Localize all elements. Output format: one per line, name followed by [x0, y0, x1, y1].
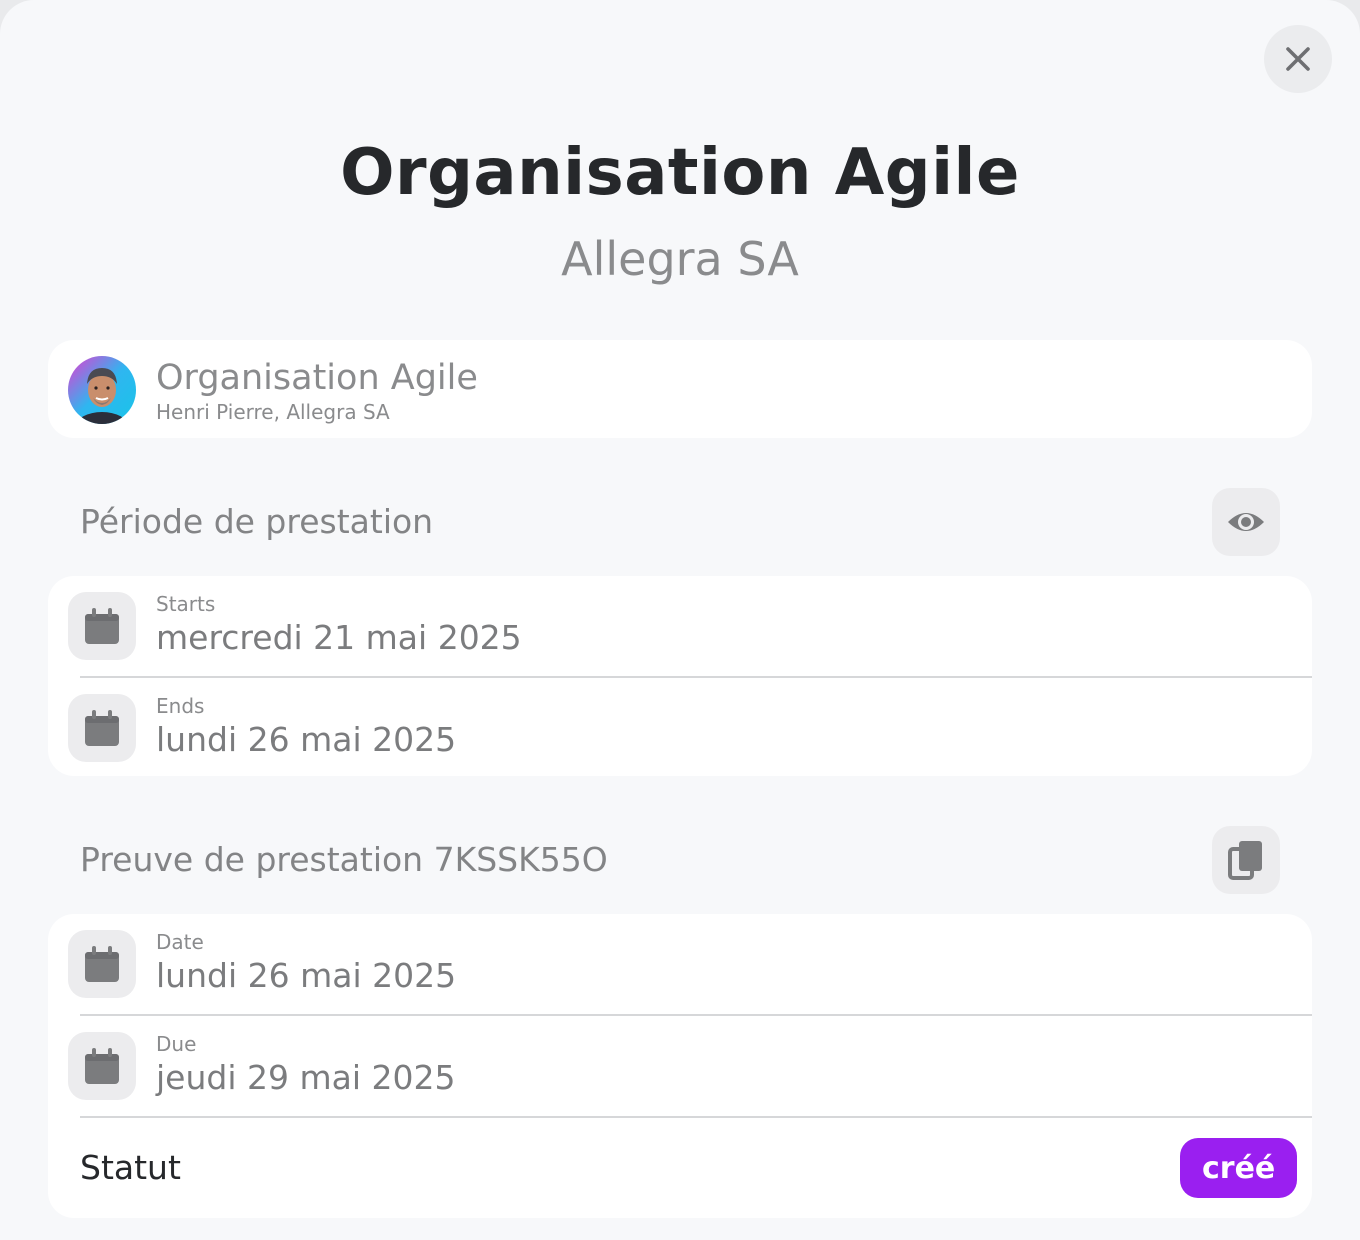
close-button[interactable] [1264, 25, 1332, 93]
start-date-value: mercredi 21 mai 2025 [156, 618, 522, 657]
avatar [68, 356, 136, 424]
status-badge[interactable]: créé [1180, 1138, 1298, 1198]
client-contact: Henri Pierre, Allegra SA [156, 400, 390, 424]
calendar-icon-box [68, 694, 136, 762]
calendar-icon [85, 710, 119, 746]
status-label: Statut [80, 1148, 181, 1187]
client-card[interactable]: Organisation Agile Henri Pierre, Allegra… [48, 340, 1312, 438]
copy-icon [1228, 841, 1262, 880]
calendar-icon [85, 1048, 119, 1084]
page-subtitle: Allegra SA [561, 232, 799, 286]
calendar-icon-box [68, 1032, 136, 1100]
due-date-label: Due [156, 1032, 197, 1056]
page-title: Organisation Agile [340, 136, 1020, 210]
calendar-icon-box [68, 930, 136, 998]
end-date-value: lundi 26 mai 2025 [156, 720, 457, 759]
end-date-label: Ends [156, 694, 205, 718]
calendar-icon [85, 946, 119, 982]
due-date-row[interactable]: Due jeudi 29 mai 2025 [48, 1016, 1312, 1118]
section-title-periode: Période de prestation [80, 502, 434, 541]
proof-date-label: Date [156, 930, 204, 954]
proof-date-row[interactable]: Date lundi 26 mai 2025 [48, 914, 1312, 1016]
section-title-preuve: Preuve de prestation 7KSSK55O [80, 840, 608, 879]
proof-of-service-modal: Organisation Agile Allegra SA Organisati… [0, 0, 1360, 1240]
client-name: Organisation Agile [156, 358, 478, 398]
close-icon [1286, 47, 1310, 71]
due-date-value: jeudi 29 mai 2025 [156, 1058, 456, 1097]
preuve-card: Date lundi 26 mai 2025 Due jeudi 29 mai … [48, 914, 1312, 1218]
proof-date-value: lundi 26 mai 2025 [156, 956, 457, 995]
calendar-icon [85, 608, 119, 644]
copy-button[interactable] [1212, 826, 1280, 894]
eye-icon [1228, 513, 1264, 531]
start-date-row[interactable]: Starts mercredi 21 mai 2025 [48, 576, 1312, 678]
calendar-icon-box [68, 592, 136, 660]
start-date-label: Starts [156, 592, 216, 616]
view-button[interactable] [1212, 488, 1280, 556]
periode-card: Starts mercredi 21 mai 2025 Ends lundi 2… [48, 576, 1312, 776]
divider [80, 1116, 1312, 1118]
end-date-row[interactable]: Ends lundi 26 mai 2025 [48, 678, 1312, 780]
